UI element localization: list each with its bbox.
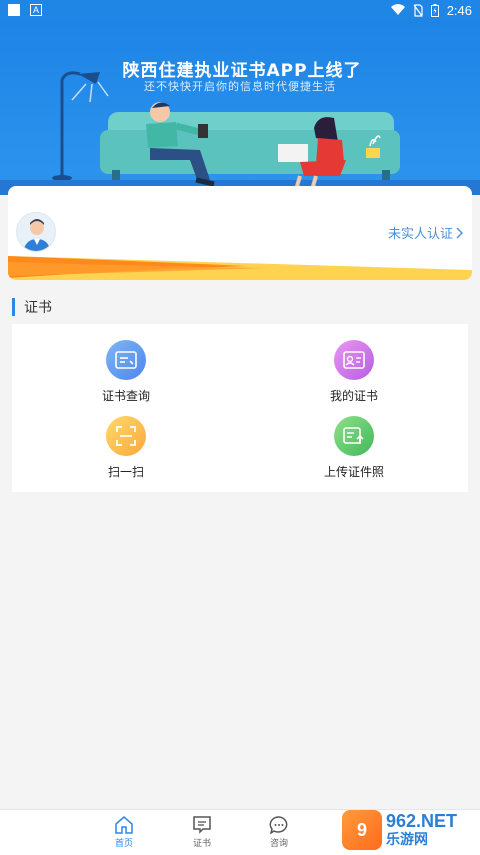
real-name-auth-link[interactable]: 未实人认证 xyxy=(388,223,464,242)
scan-icon xyxy=(106,416,146,456)
status-bar: A 2:46 xyxy=(0,0,480,20)
wifi-icon xyxy=(390,4,405,16)
home-icon xyxy=(115,816,133,834)
user-avatar-icon xyxy=(17,213,55,251)
upload-photo-icon xyxy=(334,416,374,456)
nav-label: 证书 xyxy=(192,839,211,849)
banner-subtitle: 还不快快开启你的信息时代便捷生活 xyxy=(144,80,336,93)
auth-status-label: 未实人认证 xyxy=(387,227,453,242)
nav-label: 咨询 xyxy=(269,839,288,849)
certificate-icon xyxy=(193,816,211,834)
chat-icon xyxy=(269,816,288,834)
banner-illustration xyxy=(0,71,480,195)
grid-item-certificate-query[interactable]: 证书查询 xyxy=(66,340,186,410)
nav-item-certificate[interactable]: 证书 xyxy=(172,816,232,854)
notification-square-icon xyxy=(8,4,20,16)
grid-item-my-certificate[interactable]: 我的证书 xyxy=(294,340,414,410)
a-notification-icon: A xyxy=(30,4,42,16)
profile-card: 未实人认证 xyxy=(8,186,472,280)
status-time: 2:46 xyxy=(446,2,472,18)
grid-item-label: 上传证件照 xyxy=(323,465,384,479)
section-accent-bar xyxy=(12,298,15,316)
chevron-right-icon xyxy=(456,227,463,238)
nav-item-home[interactable]: 首页 xyxy=(94,816,154,854)
certificate-grid: 证书查询 我的证书 扫一扫 上传证件照 xyxy=(12,324,468,492)
avatar[interactable] xyxy=(16,212,56,252)
watermark-logo: 9 962.NET 乐游网 xyxy=(342,808,472,852)
section-header: 证书 xyxy=(12,297,52,317)
grid-item-scan[interactable]: 扫一扫 xyxy=(66,416,186,486)
nav-label: 首页 xyxy=(114,839,133,849)
nav-item-consult[interactable]: 咨询 xyxy=(249,816,309,854)
decorative-wave xyxy=(8,256,472,280)
grid-item-label: 证书查询 xyxy=(101,389,150,403)
id-card-icon xyxy=(334,340,374,380)
watermark-site: 962.NET xyxy=(386,811,458,831)
grid-item-upload-photo[interactable]: 上传证件照 xyxy=(294,416,414,486)
promo-banner[interactable]: 陕西住建执业证书APP上线了 还不快快开启你的信息时代便捷生活 xyxy=(0,20,480,195)
no-sim-icon xyxy=(413,3,423,17)
watermark-name: 乐游网 xyxy=(386,832,428,848)
certificate-query-icon xyxy=(106,340,146,380)
grid-item-label: 我的证书 xyxy=(329,389,378,403)
section-title: 证书 xyxy=(24,300,52,316)
battery-icon xyxy=(430,3,439,17)
watermark-badge: 9 xyxy=(342,810,382,850)
grid-item-label: 扫一扫 xyxy=(107,465,144,479)
